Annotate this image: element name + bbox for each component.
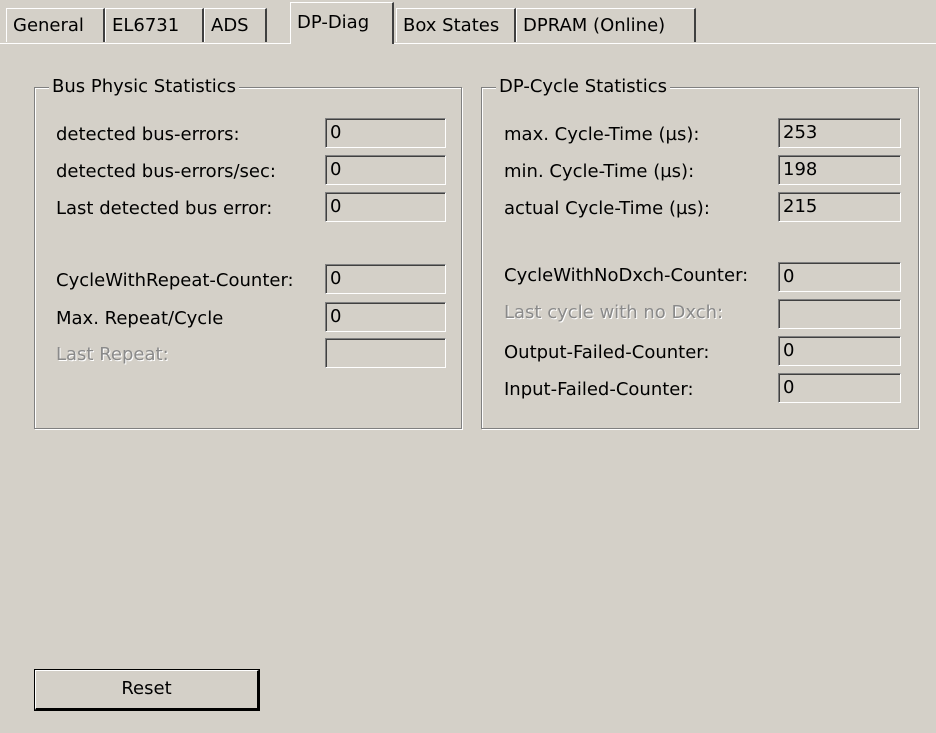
- last-cycle-no-dxch-field: [778, 299, 901, 329]
- last-detected-bus-error-label: Last detected bus error:: [56, 198, 273, 219]
- cycle-with-repeat-counter-label: CycleWithRepeat-Counter:: [56, 270, 294, 291]
- detected-bus-errors-sec-label: detected bus-errors/sec:: [56, 161, 276, 182]
- actual-cycle-time-field[interactable]: 215: [778, 192, 901, 222]
- tab-label: ADS: [211, 15, 249, 36]
- input-failed-counter-label: Input-Failed-Counter:: [504, 379, 694, 400]
- min-cycle-time-field[interactable]: 198: [778, 155, 901, 185]
- detected-bus-errors-sec-field[interactable]: 0: [325, 155, 446, 185]
- cycle-with-no-dxch-counter-field[interactable]: 0: [778, 262, 901, 292]
- tab-box-states[interactable]: Box States: [396, 8, 516, 42]
- tab-general[interactable]: General: [6, 8, 105, 42]
- output-failed-counter-label: Output-Failed-Counter:: [504, 342, 710, 363]
- min-cycle-time-label: min. Cycle-Time (µs):: [504, 161, 695, 182]
- tab-dp-diag[interactable]: DP-Diag: [290, 2, 394, 44]
- max-repeat-cycle-label: Max. Repeat/Cycle: [56, 308, 224, 329]
- tab-dpram-online[interactable]: DPRAM (Online): [516, 8, 696, 42]
- tab-label: DP-Diag: [297, 12, 370, 33]
- tab-el6731[interactable]: EL6731: [105, 8, 204, 42]
- max-cycle-time-field[interactable]: 253: [778, 118, 901, 148]
- tab-label: EL6731: [112, 15, 180, 36]
- tab-divider: [0, 43, 936, 44]
- output-failed-counter-field[interactable]: 0: [778, 336, 901, 366]
- tab-label: Box States: [403, 15, 500, 36]
- group-title: Bus Physic Statistics: [49, 76, 240, 98]
- group-title: DP-Cycle Statistics: [496, 76, 671, 98]
- max-repeat-cycle-field[interactable]: 0: [325, 302, 446, 332]
- reset-button[interactable]: Reset: [34, 669, 260, 711]
- tab-label: DPRAM (Online): [523, 15, 666, 36]
- last-repeat-label: Last Repeat:: [56, 344, 169, 365]
- tab-strip: General EL6731 ADS DP-Diag Box States DP…: [0, 0, 936, 44]
- max-cycle-time-label: max. Cycle-Time (µs):: [504, 124, 700, 145]
- actual-cycle-time-label: actual Cycle-Time (µs):: [504, 198, 710, 219]
- detected-bus-errors-field[interactable]: 0: [325, 118, 446, 148]
- input-failed-counter-field[interactable]: 0: [778, 373, 901, 403]
- tab-ads[interactable]: ADS: [204, 8, 267, 42]
- tab-label: General: [13, 15, 84, 36]
- cycle-with-repeat-counter-field[interactable]: 0: [325, 264, 446, 294]
- last-cycle-no-dxch-label: Last cycle with no Dxch:: [504, 302, 724, 323]
- cycle-with-no-dxch-counter-label: CycleWithNoDxch-Counter:: [504, 265, 749, 286]
- detected-bus-errors-label: detected bus-errors:: [56, 124, 240, 145]
- last-repeat-field: [325, 338, 446, 368]
- last-detected-bus-error-field[interactable]: 0: [325, 192, 446, 222]
